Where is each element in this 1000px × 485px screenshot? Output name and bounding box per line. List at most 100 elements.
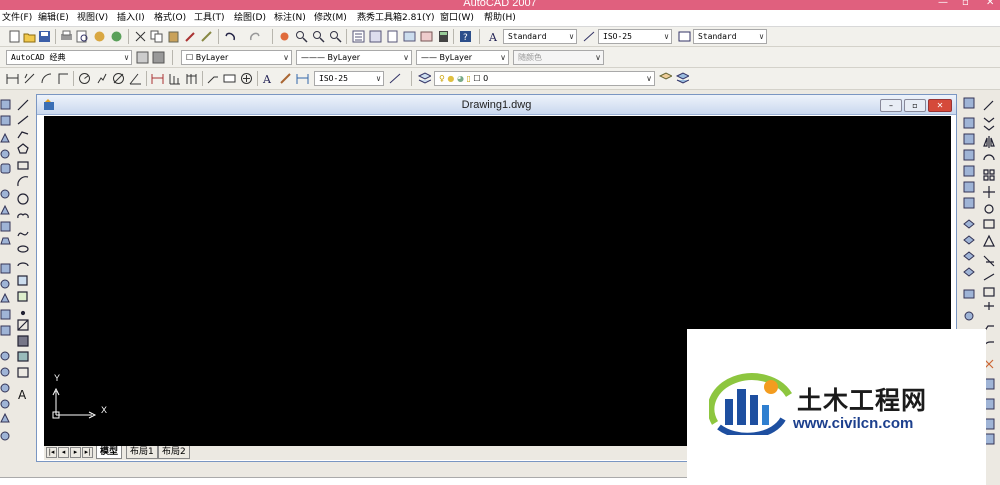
design-center-icon[interactable] bbox=[369, 30, 382, 43]
toolbar-separator bbox=[202, 71, 203, 86]
linetype-combo[interactable]: ——— ByLayer ∨ bbox=[296, 50, 412, 65]
zoom-window-icon[interactable] bbox=[312, 30, 325, 43]
explode-icon bbox=[984, 359, 994, 369]
menu-help[interactable]: 帮助(H) bbox=[484, 12, 516, 25]
make-object-layer-current-icon[interactable] bbox=[659, 72, 672, 85]
continue-dim-icon[interactable] bbox=[185, 72, 198, 85]
plot-preview-icon[interactable] bbox=[76, 30, 89, 43]
dim-style-icon[interactable] bbox=[583, 30, 596, 43]
menu-yanxiu-tools[interactable]: 燕秀工具箱2.81(Y) bbox=[357, 12, 435, 25]
doc-close-icon[interactable]: ✕ bbox=[928, 99, 952, 112]
command-line[interactable] bbox=[0, 477, 687, 485]
ordinate-dim-icon[interactable] bbox=[57, 72, 70, 85]
dim-style-value: ISO-25 bbox=[603, 32, 632, 41]
menu-window[interactable]: 窗口(W) bbox=[440, 12, 474, 25]
calculator-icon[interactable] bbox=[437, 30, 450, 43]
menu-format[interactable]: 格式(O) bbox=[154, 12, 186, 25]
dimedit-icon[interactable]: A bbox=[262, 72, 275, 85]
dim-style-combo-2[interactable]: ISO-25 ∨ bbox=[314, 71, 384, 86]
hatch-icon bbox=[17, 319, 29, 331]
open-folder-icon[interactable] bbox=[23, 30, 36, 43]
paste-icon[interactable] bbox=[167, 30, 180, 43]
design-publish-icon[interactable] bbox=[110, 30, 123, 43]
my-workspace-icon[interactable] bbox=[152, 51, 165, 64]
tolerance-icon[interactable] bbox=[223, 72, 236, 85]
color-combo[interactable]: ☐ ByLayer ∨ bbox=[181, 50, 292, 65]
maximize-icon[interactable]: ▫ bbox=[962, 0, 969, 9]
text-style-icon[interactable]: A bbox=[488, 30, 501, 43]
box-icon bbox=[0, 99, 11, 110]
linear-dim-icon[interactable] bbox=[6, 72, 19, 85]
menu-file[interactable]: 文件(F) bbox=[2, 12, 32, 25]
zoom-realtime-icon[interactable] bbox=[295, 30, 308, 43]
markup-icon[interactable] bbox=[420, 30, 433, 43]
menu-tools[interactable]: 工具(T) bbox=[194, 12, 225, 25]
menu-modify[interactable]: 修改(M) bbox=[314, 12, 347, 25]
properties-icon[interactable] bbox=[352, 30, 365, 43]
radius-dim-icon[interactable] bbox=[78, 72, 91, 85]
menu-edit[interactable]: 编辑(E) bbox=[38, 12, 69, 25]
minimize-icon[interactable]: — bbox=[938, 0, 948, 9]
menu-draw[interactable]: 绘图(D) bbox=[234, 12, 266, 25]
tab-layout2[interactable]: 布局2 bbox=[158, 446, 190, 459]
dim-style-value-2: ISO-25 bbox=[319, 74, 348, 83]
copy-icon[interactable] bbox=[150, 30, 163, 43]
undo-icon[interactable] bbox=[224, 30, 237, 43]
help-icon[interactable]: ? bbox=[459, 30, 472, 43]
redo-icon[interactable] bbox=[248, 30, 261, 43]
layer-previous-icon[interactable] bbox=[676, 72, 689, 85]
toolbar-separator bbox=[411, 71, 412, 86]
tab-model[interactable]: 模型 bbox=[96, 446, 123, 459]
aligned-dim-icon[interactable] bbox=[23, 72, 36, 85]
doc-restore-icon[interactable]: ▫ bbox=[904, 99, 926, 112]
tab-next-icon[interactable]: ▸ bbox=[70, 447, 81, 458]
erase-icon bbox=[983, 100, 994, 111]
toolbar-separator bbox=[55, 29, 56, 44]
tab-prev-icon[interactable]: ◂ bbox=[58, 447, 69, 458]
text-style-combo[interactable]: Standard ∨ bbox=[503, 29, 577, 44]
save-icon[interactable] bbox=[38, 30, 51, 43]
publish-icon[interactable] bbox=[93, 30, 106, 43]
cut-icon[interactable] bbox=[134, 30, 147, 43]
new-file-icon[interactable] bbox=[8, 30, 21, 43]
tool-palettes-icon[interactable] bbox=[386, 30, 399, 43]
tab-layout1[interactable]: 布局1 bbox=[126, 446, 158, 459]
close-icon[interactable]: ✕ bbox=[986, 0, 994, 9]
move-icon bbox=[983, 186, 995, 198]
plot-icon[interactable] bbox=[60, 30, 73, 43]
dimension-style-icon[interactable] bbox=[389, 72, 402, 85]
quick-dim-icon[interactable] bbox=[151, 72, 164, 85]
baseline-dim-icon[interactable] bbox=[168, 72, 181, 85]
menu-insert[interactable]: 插入(I) bbox=[117, 12, 145, 25]
ellipse-icon bbox=[17, 245, 29, 253]
match-properties-icon[interactable] bbox=[184, 30, 197, 43]
block-editor-icon[interactable] bbox=[200, 30, 213, 43]
menu-dimension[interactable]: 标注(N) bbox=[274, 12, 306, 25]
left-tool-icons: A bbox=[0, 99, 29, 441]
angular-dim-icon[interactable] bbox=[129, 72, 142, 85]
table-style-icon[interactable] bbox=[678, 30, 691, 43]
doc-minimize-icon[interactable]: – bbox=[880, 99, 902, 112]
menu-bar: 文件(F) 编辑(E) 视图(V) 插入(I) 格式(O) 工具(T) 绘图(D… bbox=[0, 10, 1000, 27]
zoom-previous-icon[interactable] bbox=[329, 30, 342, 43]
chevron-down-icon: ∨ bbox=[595, 53, 601, 62]
pan-icon[interactable] bbox=[278, 30, 291, 43]
workspace-combo[interactable]: AutoCAD 经典 ∨ bbox=[6, 50, 132, 65]
sheet-set-icon[interactable] bbox=[403, 30, 416, 43]
table-style-combo[interactable]: Standard ∨ bbox=[693, 29, 767, 44]
jogged-dim-icon[interactable] bbox=[95, 72, 108, 85]
layer-manager-icon[interactable] bbox=[418, 72, 431, 85]
qleader-icon[interactable] bbox=[206, 72, 219, 85]
arc-length-icon[interactable] bbox=[40, 72, 53, 85]
lineweight-combo[interactable]: —— ByLayer ∨ bbox=[416, 50, 509, 65]
menu-view[interactable]: 视图(V) bbox=[77, 12, 108, 25]
dim-style-combo[interactable]: ISO-25 ∨ bbox=[598, 29, 672, 44]
workspace-settings-icon[interactable] bbox=[136, 51, 149, 64]
tab-first-icon[interactable]: |◂ bbox=[46, 447, 57, 458]
center-mark-icon[interactable] bbox=[240, 72, 253, 85]
dimtedit-icon[interactable] bbox=[279, 72, 292, 85]
diameter-dim-icon[interactable] bbox=[112, 72, 125, 85]
dim-update-icon[interactable] bbox=[296, 72, 309, 85]
layer-combo[interactable]: ♀ ● ◕ ▯ ☐ 0 ∨ bbox=[434, 71, 655, 86]
tab-last-icon[interactable]: ▸| bbox=[82, 447, 93, 458]
